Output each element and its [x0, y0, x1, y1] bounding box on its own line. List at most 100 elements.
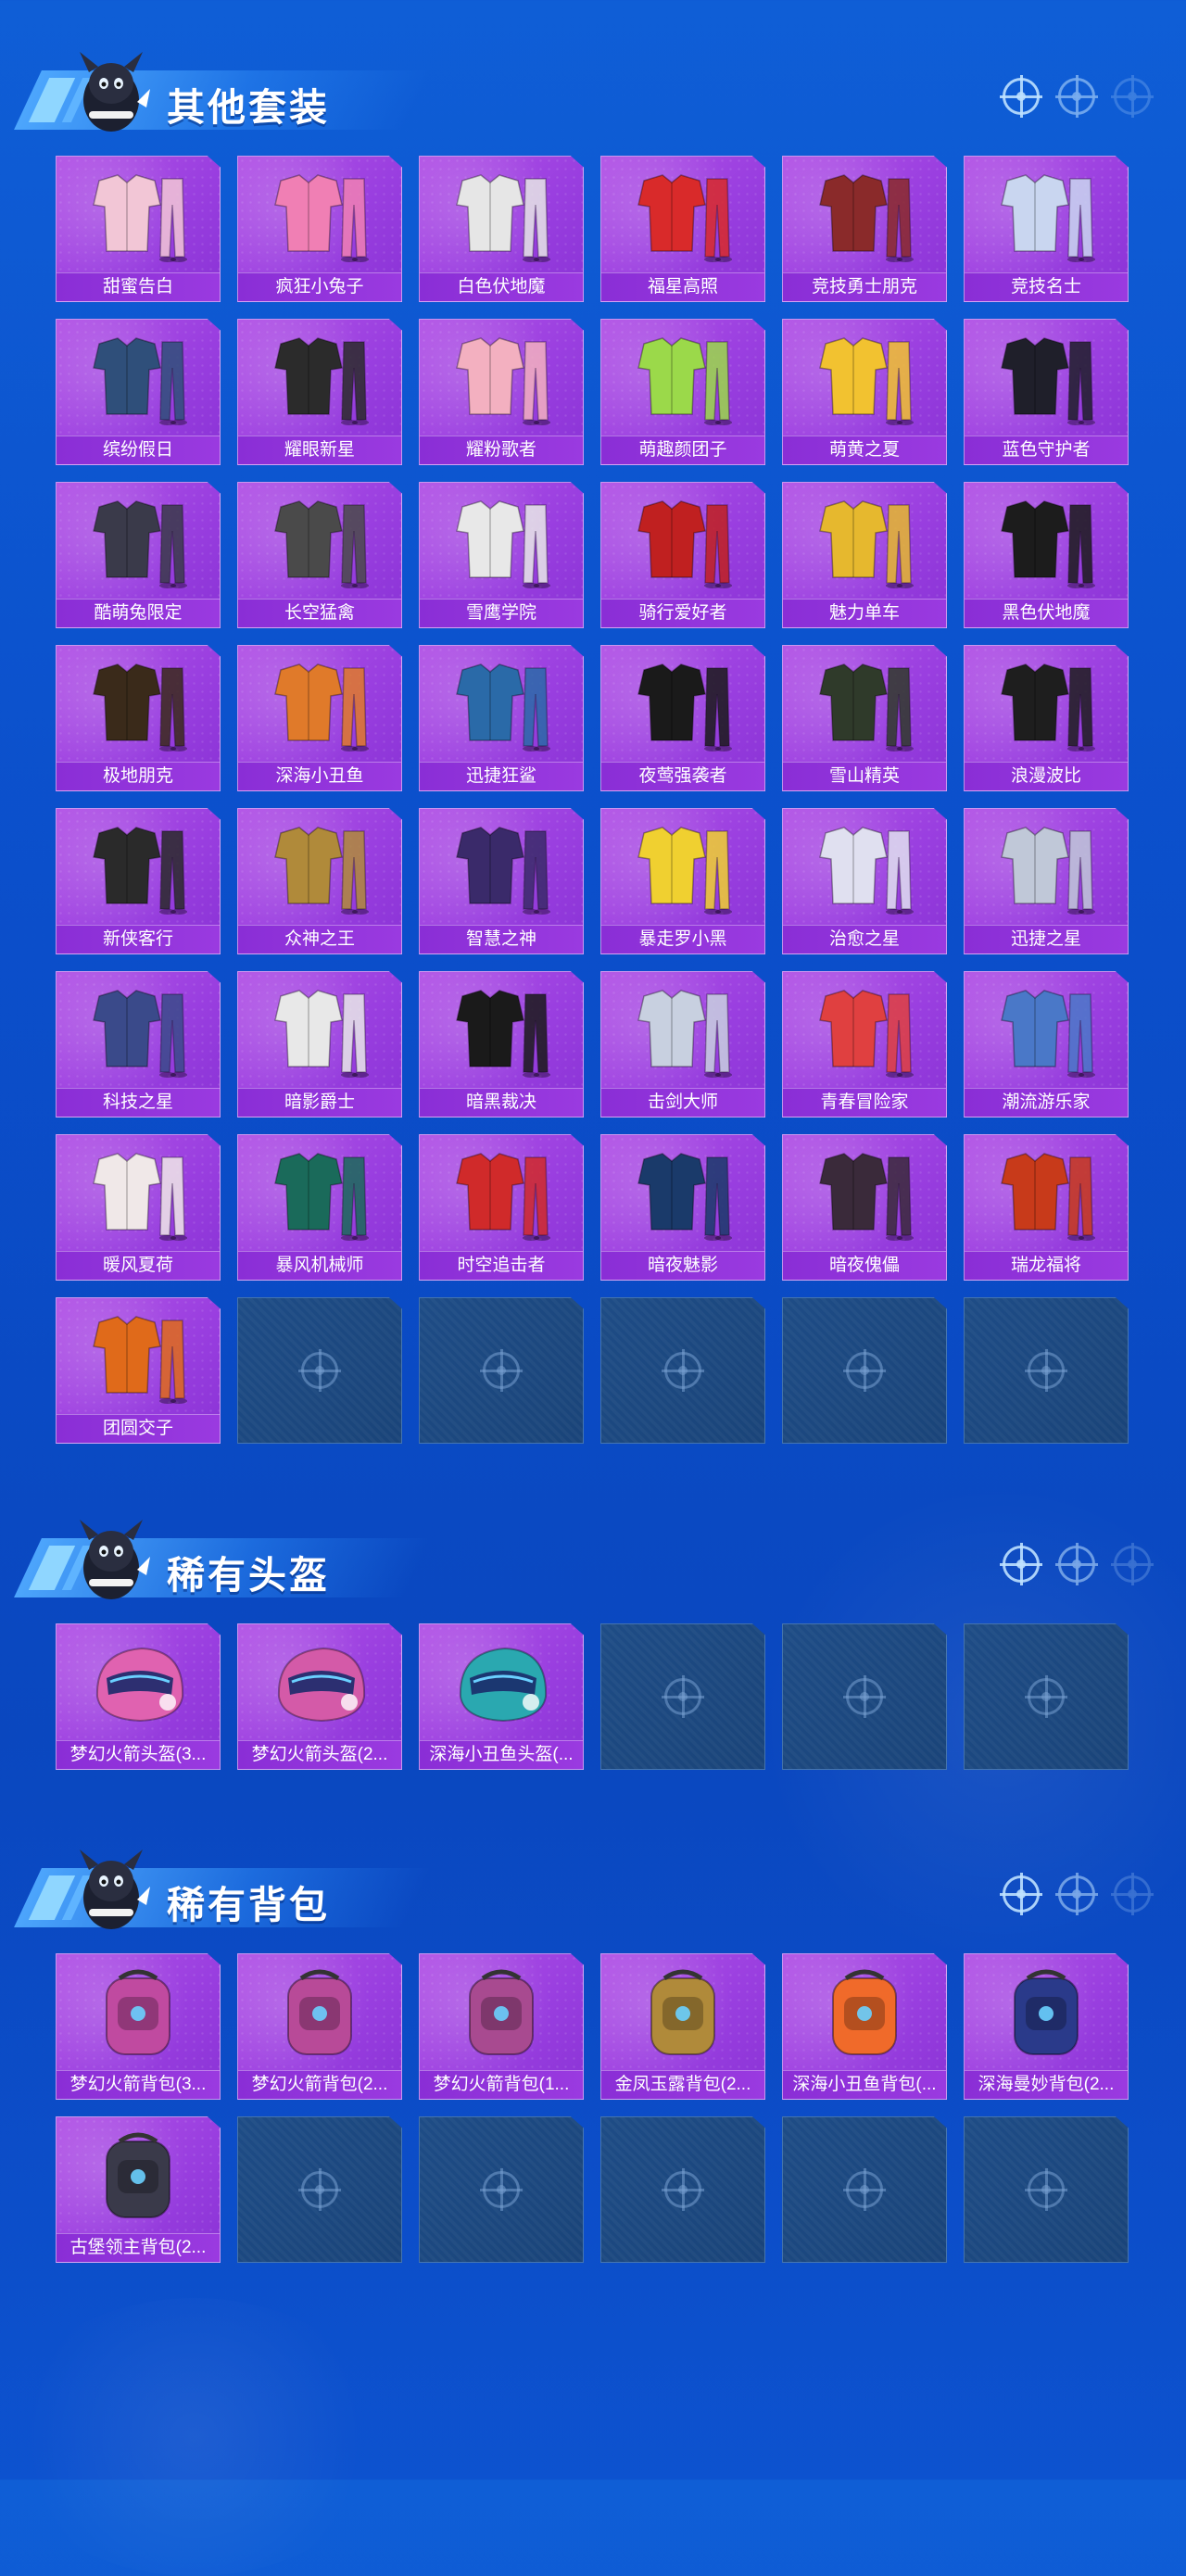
item-label: 竞技名士 [965, 272, 1128, 301]
item-card[interactable]: 时空追击者 [419, 1134, 584, 1281]
helmet-icon [264, 1635, 375, 1732]
section-other-outfits: 其他套装甜蜜告白 疯狂小兔子 白色伏地魔 福星高照 竞技勇士朋克 竞技名士缤纷假日 耀眼新星… [0, 26, 1186, 1444]
outfit-icon [990, 168, 1102, 264]
backpack-icon [82, 1965, 194, 2062]
crosshair-icon [1025, 2168, 1067, 2211]
item-label: 击剑大师 [601, 1088, 764, 1117]
empty-slot [964, 1623, 1129, 1770]
item-card[interactable]: 暗夜魅影 [600, 1134, 765, 1281]
item-card[interactable]: 极地朋克 [56, 645, 221, 791]
crosshair-decoration [1000, 1536, 1169, 1592]
mascot-icon [69, 1844, 154, 1937]
item-card[interactable]: 青春冒险家 [782, 971, 947, 1118]
item-card[interactable]: 魅力单车 [782, 482, 947, 628]
empty-slot [782, 1623, 947, 1770]
item-card[interactable]: 科技之星 [56, 971, 221, 1118]
item-card[interactable]: 潮流游乐家 [964, 971, 1129, 1118]
item-card[interactable]: 骑行爱好者 [600, 482, 765, 628]
outfit-icon [627, 331, 738, 427]
item-card[interactable]: 暴风机械师 [237, 1134, 402, 1281]
item-card[interactable]: 深海小丑鱼背包(... [782, 1953, 947, 2100]
item-card[interactable]: 长空猛禽 [237, 482, 402, 628]
item-label: 众神之王 [238, 925, 401, 953]
item-card[interactable]: 暗夜傀儡 [782, 1134, 947, 1281]
section-title: 其他套装 [167, 86, 330, 129]
crosshair-icon [1111, 75, 1154, 118]
item-card[interactable]: 智慧之神 [419, 808, 584, 954]
crosshair-icon [1055, 1543, 1098, 1585]
item-card[interactable]: 黑色伏地魔 [964, 482, 1129, 628]
empty-slot [419, 1297, 584, 1444]
item-label: 新侠客行 [57, 925, 220, 953]
item-label: 暴走罗小黑 [601, 925, 764, 953]
crosshair-icon [298, 1349, 341, 1392]
item-card[interactable]: 迅捷狂鲨 [419, 645, 584, 791]
outfit-icon [264, 494, 375, 590]
item-label: 甜蜜告白 [57, 272, 220, 301]
item-card[interactable]: 疯狂小兔子 [237, 156, 402, 302]
item-card[interactable]: 古堡领主背包(2... [56, 2116, 221, 2263]
item-card[interactable]: 甜蜜告白 [56, 156, 221, 302]
item-label: 时空追击者 [420, 1251, 583, 1280]
item-card[interactable]: 浪漫波比 [964, 645, 1129, 791]
crosshair-icon [843, 1675, 886, 1718]
item-label: 骑行爱好者 [601, 599, 764, 627]
item-label: 暖风夏荷 [57, 1251, 220, 1280]
item-card[interactable]: 梦幻火箭背包(2... [237, 1953, 402, 2100]
item-card[interactable]: 雪鹰学院 [419, 482, 584, 628]
item-card[interactable]: 治愈之星 [782, 808, 947, 954]
outfit-icon [446, 657, 557, 753]
item-card[interactable]: 缤纷假日 [56, 319, 221, 465]
item-card[interactable]: 深海小丑鱼头盔(... [419, 1623, 584, 1770]
item-label: 暗夜傀儡 [783, 1251, 946, 1280]
item-card[interactable]: 雪山精英 [782, 645, 947, 791]
item-label: 瑞龙福将 [965, 1251, 1128, 1280]
crosshair-icon [662, 2168, 704, 2211]
item-label: 长空猛禽 [238, 599, 401, 627]
item-card[interactable]: 耀粉歌者 [419, 319, 584, 465]
item-card[interactable]: 竞技名士 [964, 156, 1129, 302]
item-card[interactable]: 白色伏地魔 [419, 156, 584, 302]
item-card[interactable]: 梦幻火箭头盔(3... [56, 1623, 221, 1770]
outfit-icon [82, 657, 194, 753]
item-card[interactable]: 竞技勇士朋克 [782, 156, 947, 302]
crosshair-decoration [1000, 69, 1169, 124]
item-card[interactable]: 梦幻火箭背包(1... [419, 1953, 584, 2100]
item-card[interactable]: 暖风夏荷 [56, 1134, 221, 1281]
item-card[interactable]: 酷萌兔限定 [56, 482, 221, 628]
item-label: 深海小丑鱼 [238, 762, 401, 790]
item-label: 深海小丑鱼头盔(... [420, 1740, 583, 1769]
item-card[interactable]: 福星高照 [600, 156, 765, 302]
item-card[interactable]: 夜莺强袭者 [600, 645, 765, 791]
item-label: 耀粉歌者 [420, 436, 583, 464]
item-card[interactable]: 深海曼妙背包(2... [964, 1953, 1129, 2100]
outfit-icon [990, 331, 1102, 427]
item-card[interactable]: 耀眼新星 [237, 319, 402, 465]
item-card[interactable]: 蓝色守护者 [964, 319, 1129, 465]
crosshair-icon [843, 2168, 886, 2211]
outfit-icon [809, 494, 920, 590]
item-card[interactable]: 众神之王 [237, 808, 402, 954]
item-card[interactable]: 迅捷之星 [964, 808, 1129, 954]
item-card[interactable]: 瑞龙福将 [964, 1134, 1129, 1281]
item-card[interactable]: 深海小丑鱼 [237, 645, 402, 791]
item-card[interactable]: 梦幻火箭头盔(2... [237, 1623, 402, 1770]
item-card[interactable]: 暗影爵士 [237, 971, 402, 1118]
item-label: 浪漫波比 [965, 762, 1128, 790]
item-card[interactable]: 击剑大师 [600, 971, 765, 1118]
crosshair-icon [480, 2168, 523, 2211]
item-card[interactable]: 萌趣颜团子 [600, 319, 765, 465]
item-label: 金凤玉露背包(2... [601, 2070, 764, 2099]
item-card[interactable]: 萌黄之夏 [782, 319, 947, 465]
item-card[interactable]: 暴走罗小黑 [600, 808, 765, 954]
item-card[interactable]: 梦幻火箭背包(3... [56, 1953, 221, 2100]
item-card[interactable]: 团圆交子 [56, 1297, 221, 1444]
item-card[interactable]: 新侠客行 [56, 808, 221, 954]
crosshair-icon [1000, 75, 1042, 118]
section-rare-backpacks: 稀有背包 梦幻火箭背包(3... 梦幻火箭背包(2... 梦幻火箭背包(1... 金凤玉… [0, 1824, 1186, 2263]
item-card[interactable]: 暗黑裁决 [419, 971, 584, 1118]
item-label: 竞技勇士朋克 [783, 272, 946, 301]
outfit-icon [809, 168, 920, 264]
item-card[interactable]: 金凤玉露背包(2... [600, 1953, 765, 2100]
item-label: 缤纷假日 [57, 436, 220, 464]
